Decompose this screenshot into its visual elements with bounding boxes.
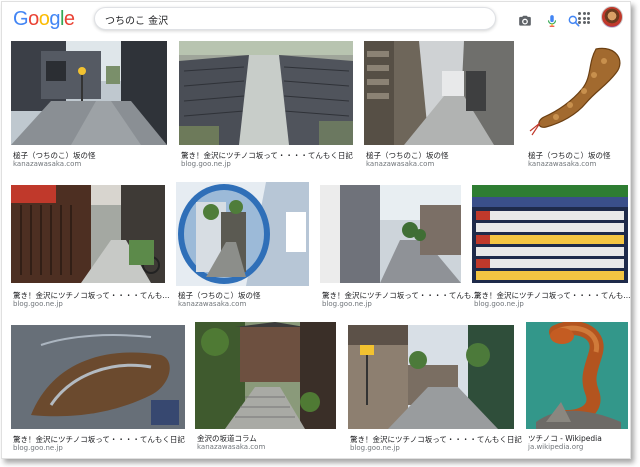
result-source[interactable]: blog.goo.ne.jp bbox=[322, 300, 372, 308]
microphone-icon[interactable] bbox=[545, 13, 559, 27]
image-result[interactable]: 槌子（つちのこ）坂の怪 kanazawasaka.com bbox=[11, 41, 169, 171]
result-thumbnail[interactable] bbox=[179, 41, 353, 145]
apps-grid-icon[interactable] bbox=[578, 12, 590, 24]
logo-letter: o bbox=[38, 8, 50, 30]
result-thumbnail[interactable] bbox=[526, 322, 628, 429]
result-source[interactable]: blog.goo.ne.jp bbox=[181, 160, 231, 168]
search-box bbox=[94, 7, 580, 30]
result-source[interactable]: kanazawasaka.com bbox=[366, 160, 434, 168]
logo-letter: o bbox=[28, 8, 39, 30]
result-source[interactable]: kanazawasaka.com bbox=[178, 300, 246, 308]
result-source[interactable]: blog.goo.ne.jp bbox=[474, 300, 524, 308]
image-result[interactable]: 驚き！金沢にツチノコ坂って・・・・てんも... blog.goo.ne.jp bbox=[320, 185, 479, 315]
image-result[interactable]: 驚き！金沢にツチノコ坂って・・・・てんもく日記 blog.goo.ne.jp bbox=[11, 325, 187, 455]
image-result[interactable]: 槌子（つちのこ）坂の怪 kanazawasaka.com bbox=[364, 41, 516, 171]
image-result[interactable]: 金沢の坂道コラム kanazawasaka.com bbox=[195, 322, 338, 456]
image-result[interactable]: 槌子（つちのこ）坂の怪 kanazawasaka.com bbox=[176, 182, 311, 316]
result-thumbnail[interactable] bbox=[176, 182, 309, 286]
result-thumbnail[interactable] bbox=[526, 41, 628, 145]
image-result[interactable]: 驚き！金沢にツチノコ坂って・・・・てんも... blog.goo.ne.jp bbox=[11, 185, 170, 315]
image-result[interactable]: ツチノコ - Wikipedia ja.wikipedia.org bbox=[526, 322, 630, 456]
image-result[interactable]: 槌子（つちのこ）坂の怪 kanazawasaka.com bbox=[526, 41, 630, 171]
image-result[interactable]: 驚き！金沢にツチノコ坂って・・・・てんもく日記 blog.goo.ne.jp bbox=[348, 325, 522, 455]
image-result[interactable]: 驚き！金沢にツチノコ坂って・・・・てんも... blog.goo.ne.jp bbox=[472, 185, 630, 315]
result-thumbnail[interactable] bbox=[348, 325, 514, 429]
result-source[interactable]: blog.goo.ne.jp bbox=[13, 300, 63, 308]
logo-letter: G bbox=[13, 8, 29, 30]
logo-letter: g bbox=[49, 8, 60, 30]
result-source[interactable]: kanazawasaka.com bbox=[197, 443, 265, 451]
result-source[interactable]: blog.goo.ne.jp bbox=[13, 444, 63, 452]
result-thumbnail[interactable] bbox=[11, 325, 185, 429]
camera-icon[interactable] bbox=[518, 13, 532, 27]
result-thumbnail[interactable] bbox=[195, 322, 336, 429]
result-thumbnail[interactable] bbox=[11, 41, 167, 145]
result-thumbnail[interactable] bbox=[320, 185, 461, 283]
result-thumbnail[interactable] bbox=[472, 185, 628, 283]
result-source[interactable]: kanazawasaka.com bbox=[13, 160, 81, 168]
result-thumbnail[interactable] bbox=[364, 41, 514, 145]
result-source[interactable]: ja.wikipedia.org bbox=[528, 443, 583, 451]
search-input[interactable] bbox=[105, 11, 405, 27]
result-source[interactable]: kanazawasaka.com bbox=[528, 160, 596, 168]
image-result[interactable]: 驚き！金沢にツチノコ坂って・・・・てんもく日記 blog.goo.ne.jp bbox=[179, 41, 355, 171]
result-source[interactable]: blog.goo.ne.jp bbox=[350, 444, 400, 452]
browser-frame: Google つちのこ 金沢 槌子（つちのこ）坂の怪 kanazawasaka.… bbox=[1, 1, 631, 459]
google-logo[interactable]: Google bbox=[13, 8, 75, 31]
header: Google bbox=[2, 2, 630, 36]
logo-letter: e bbox=[63, 8, 75, 30]
result-thumbnail[interactable] bbox=[11, 185, 165, 283]
account-avatar[interactable] bbox=[601, 6, 623, 28]
